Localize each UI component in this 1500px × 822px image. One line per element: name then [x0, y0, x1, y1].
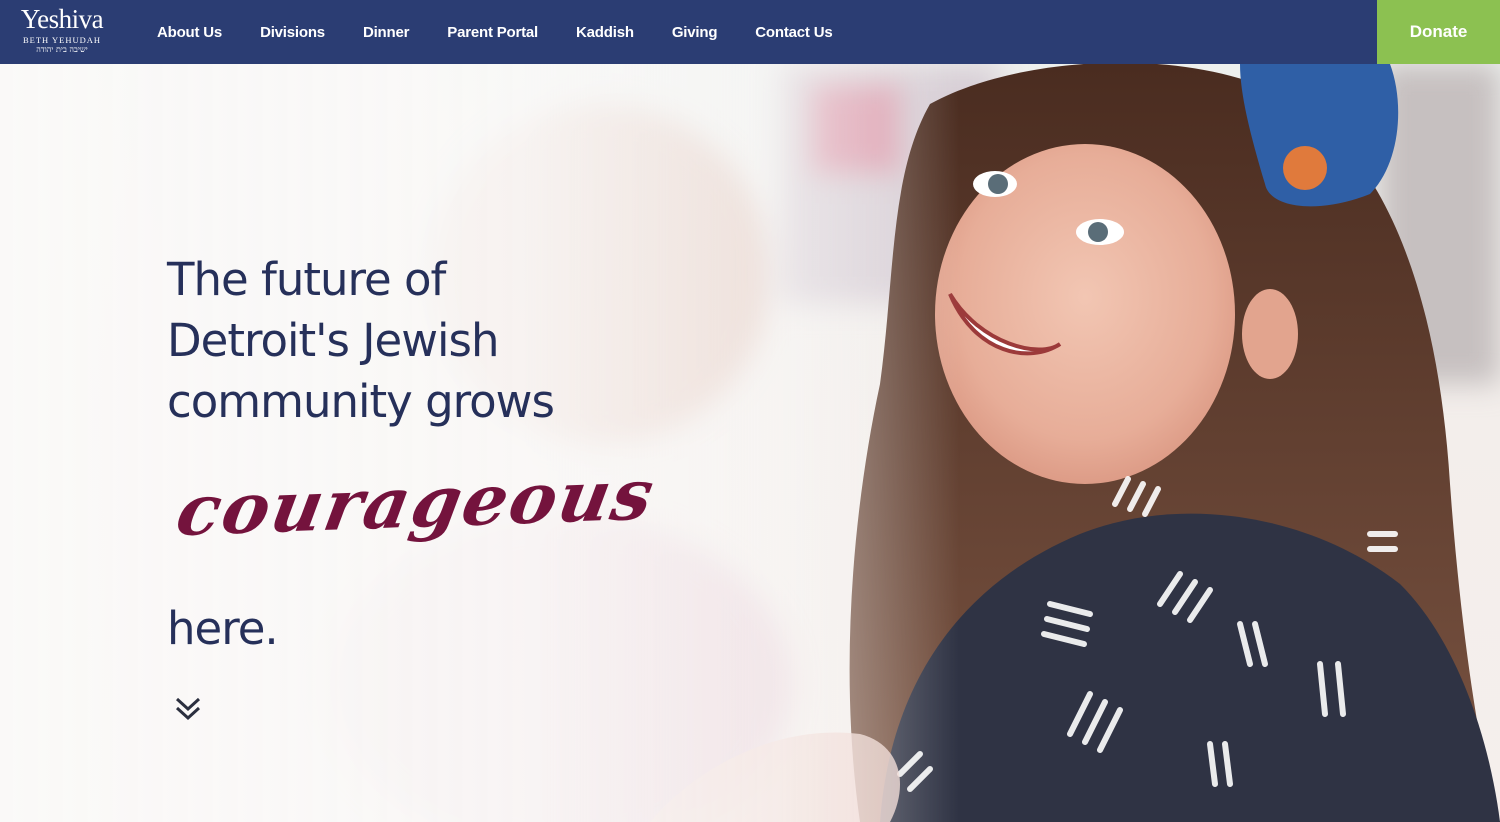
double-chevron-down-icon[interactable]: [174, 696, 202, 722]
logo-wordmark: Yeshiva: [20, 4, 104, 34]
hero-overlay: [0, 64, 1500, 822]
nav-contact-us[interactable]: Contact Us: [755, 24, 832, 41]
site-logo[interactable]: Yeshiva BETH YEHUDAH ישיבה בית יהודה: [12, 4, 112, 58]
hero-heading-line-3: community grows: [167, 375, 555, 428]
hero-heading: The future of Detroit's Jewish community…: [167, 249, 727, 432]
site-header: Yeshiva BETH YEHUDAH ישיבה בית יהודה Abo…: [0, 0, 1500, 64]
hero-section: The future of Detroit's Jewish community…: [0, 64, 1500, 822]
hero-closing-word: here.: [167, 602, 279, 655]
nav-kaddish[interactable]: Kaddish: [576, 24, 634, 41]
logo-hebrew: ישיבה בית יהודה: [36, 45, 88, 54]
donate-button[interactable]: Donate: [1377, 0, 1500, 64]
nav-dinner[interactable]: Dinner: [363, 24, 410, 41]
nav-parent-portal[interactable]: Parent Portal: [447, 24, 538, 41]
nav-giving[interactable]: Giving: [672, 24, 718, 41]
nav-divisions[interactable]: Divisions: [260, 24, 325, 41]
hero-heading-line-2: Detroit's Jewish: [167, 314, 500, 367]
main-nav: About Us Divisions Dinner Parent Portal …: [138, 0, 851, 64]
nav-about-us[interactable]: About Us: [157, 24, 222, 41]
logo-subtitle: BETH YEHUDAH: [22, 35, 102, 45]
hero-heading-line-1: The future of: [167, 253, 446, 306]
